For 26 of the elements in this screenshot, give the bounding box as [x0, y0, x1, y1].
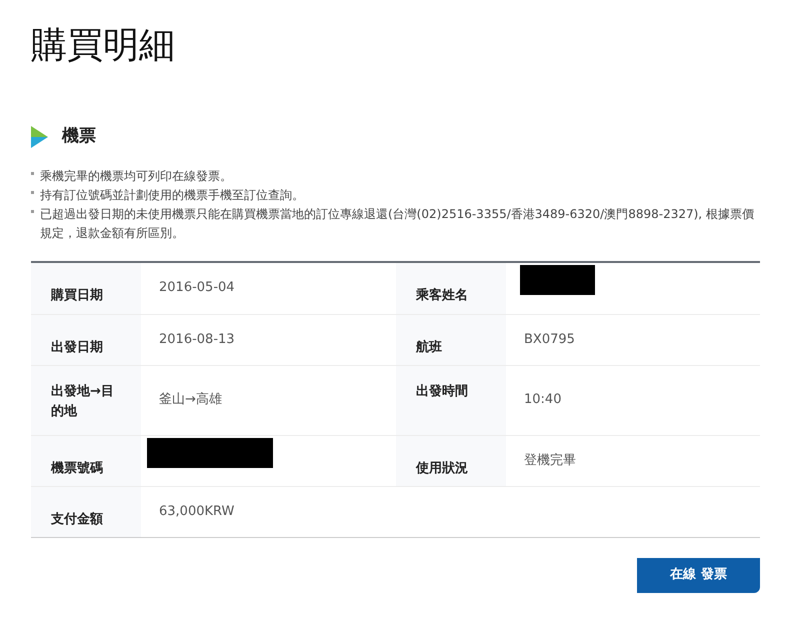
field-label: 出發地→目的地 [51, 384, 114, 418]
triangle-logo-icon [31, 126, 48, 148]
field-label: 機票號碼 [51, 460, 103, 478]
field-label: 乘客姓名 [416, 286, 468, 305]
field-value: 釜山→高雄 [159, 391, 222, 410]
field-value: 10:40 [524, 391, 562, 410]
bullet-icon [31, 210, 34, 212]
note-text: 持有訂位號碼並計劃使用的機票手機至訂位查詢。 [40, 186, 304, 204]
field-label: 航班 [416, 338, 442, 356]
field-value: BX0795 [524, 330, 575, 349]
note-text: 已超過出發日期的未使用機票只能在購買機票當地的訂位專線退還(台灣(02)2516-3355/香港3489-6320/澳門8898-2327), 根據票價規定，退款金額有所區別。 [40, 206, 755, 242]
field-label: 使用狀況 [416, 460, 468, 478]
note-text: 乘機完畢的機票均可列印在線發票。 [40, 168, 232, 184]
field-value: 63,000KRW [159, 502, 234, 521]
section-title: 機票 [62, 125, 96, 148]
bullet-icon [31, 172, 34, 174]
field-label: 出發時間 [416, 384, 468, 398]
field-label: 出發日期 [51, 338, 103, 356]
field-label: 支付金額 [51, 510, 103, 528]
page-title: 購買明細 [31, 24, 175, 68]
field-value: 2016-08-13 [159, 330, 235, 349]
online-invoice-button[interactable]: 在線 發票 [637, 558, 760, 592]
field-value: 2016-05-04 [159, 279, 235, 298]
field-label: 購買日期 [51, 287, 103, 305]
bullet-icon [31, 190, 34, 194]
field-value: 登機完畢 [524, 452, 576, 470]
